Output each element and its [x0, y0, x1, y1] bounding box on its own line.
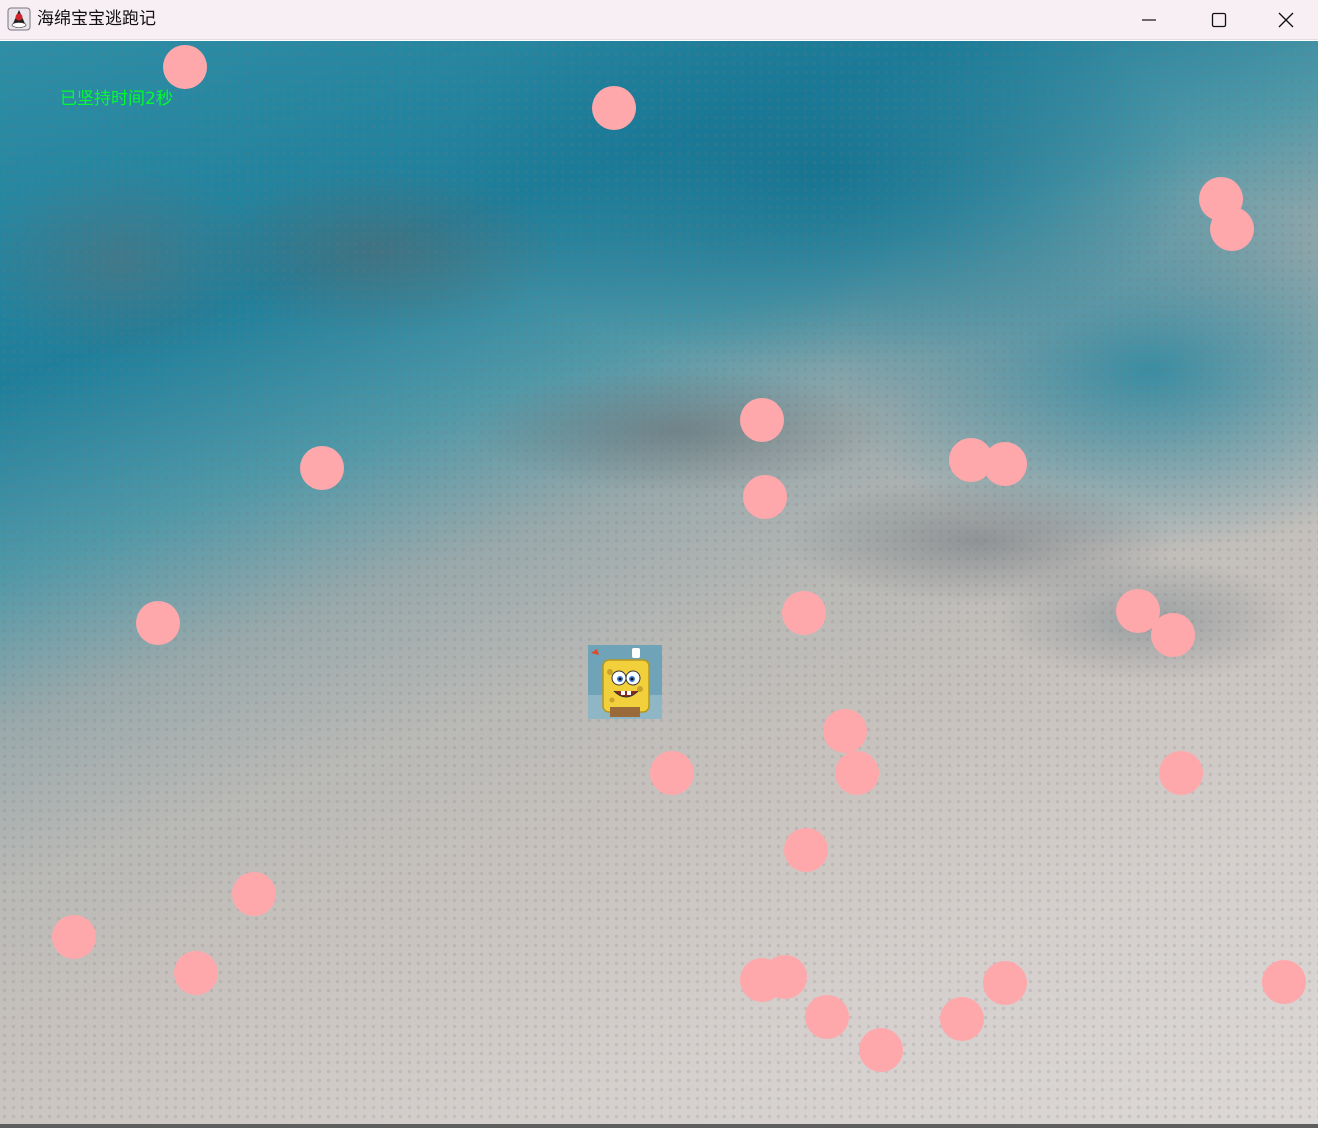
game-window: 海绵宝宝逃跑记 已坚持时间2秒 [0, 0, 1318, 1128]
enemy-ball [650, 751, 694, 795]
minimize-icon [1142, 19, 1156, 21]
enemy-ball [743, 475, 787, 519]
enemy-ball [592, 86, 636, 130]
maximize-button[interactable] [1184, 0, 1254, 40]
enemy-ball [163, 45, 207, 89]
enemy-ball [940, 997, 984, 1041]
window-bottom-border [0, 1124, 1318, 1128]
enemy-ball [174, 951, 218, 995]
maximize-icon [1211, 12, 1227, 28]
enemy-ball [823, 709, 867, 753]
enemy-ball [782, 591, 826, 635]
enemy-ball [232, 872, 276, 916]
enemy-ball [763, 955, 807, 999]
enemy-ball [1159, 751, 1203, 795]
window-title: 海绵宝宝逃跑记 [37, 9, 156, 29]
game-canvas[interactable]: 已坚持时间2秒 [0, 41, 1318, 1124]
enemy-ball [1262, 960, 1306, 1004]
elapsed-time-label: 已坚持时间2秒 [60, 89, 173, 109]
close-button[interactable] [1254, 0, 1318, 40]
enemy-ball [784, 828, 828, 872]
enemy-ball [1210, 207, 1254, 251]
close-icon [1278, 12, 1294, 28]
enemy-ball [983, 442, 1027, 486]
enemy-ball [835, 751, 879, 795]
enemy-ball [983, 961, 1027, 1005]
minimize-button[interactable] [1114, 0, 1184, 40]
enemy-ball [300, 446, 344, 490]
title-bar[interactable]: 海绵宝宝逃跑记 [0, 0, 1318, 40]
spongebob-player[interactable] [588, 645, 662, 719]
java-duke-icon [7, 7, 31, 31]
enemy-ball [52, 915, 96, 959]
enemy-ball [859, 1028, 903, 1072]
enemy-ball [805, 995, 849, 1039]
enemy-ball [136, 601, 180, 645]
enemy-ball [1151, 613, 1195, 657]
enemy-ball [740, 398, 784, 442]
